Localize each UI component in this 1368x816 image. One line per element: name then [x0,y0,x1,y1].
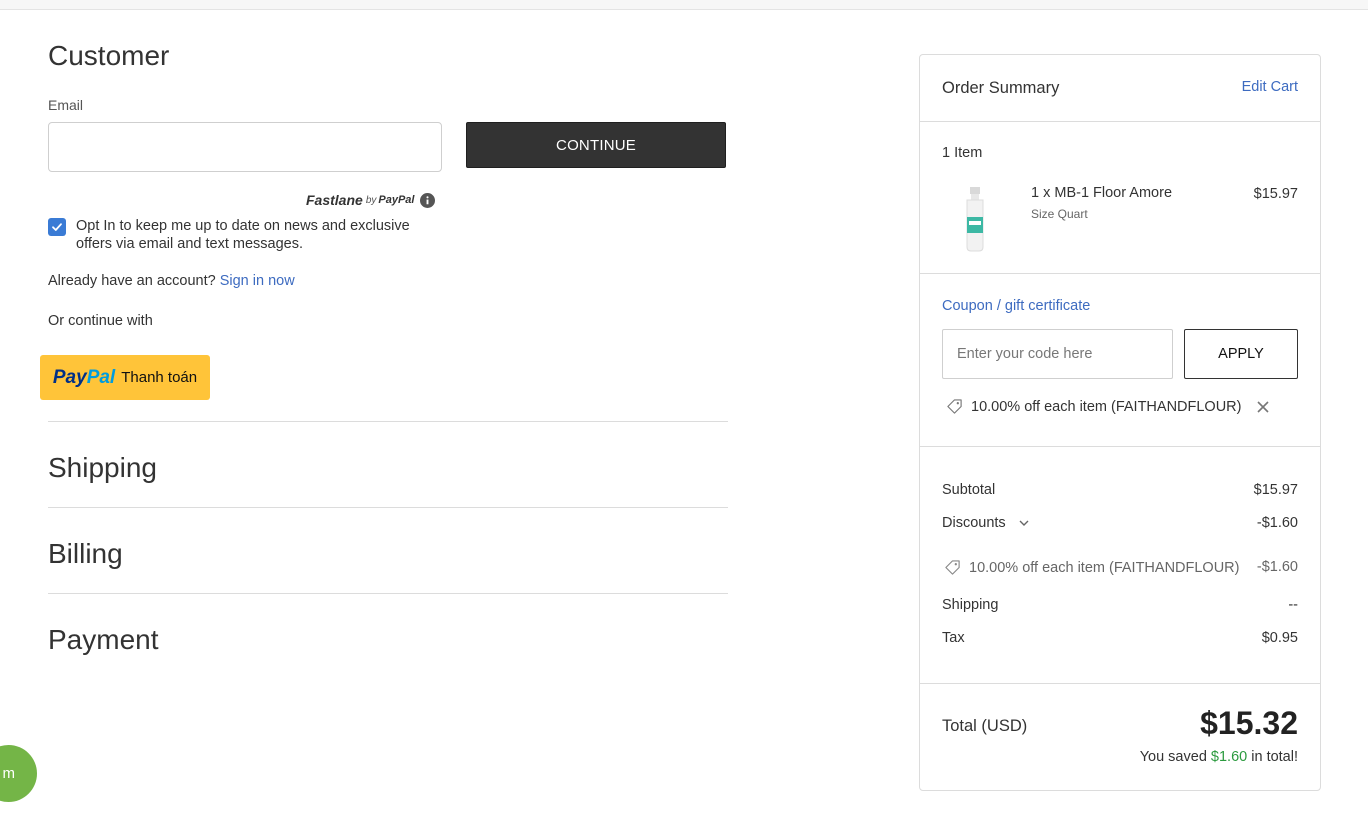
divider [920,446,1320,447]
chat-bubble-text: m [2,765,16,782]
top-bar [0,0,1368,10]
email-label: Email [48,97,84,113]
discounts-value: -$1.60 [1256,515,1298,531]
fastlane-by-paypal: Fastlane by PayPal [306,191,436,209]
optin-checkbox[interactable] [48,218,66,236]
continue-button[interactable]: CONTINUE [466,122,726,168]
email-field[interactable] [48,122,442,172]
sign-in-link[interactable]: Sign in now [220,273,295,289]
divider [48,593,728,594]
info-icon[interactable] [420,192,436,208]
paypal-button-label: Thanh toán [121,369,198,386]
order-summary-title: Order Summary [942,79,1060,97]
fastlane-name: Fastlane [306,192,363,208]
product-price: $15.97 [1253,186,1298,202]
chat-bubble[interactable]: m [0,745,37,802]
paypal-logo: PayPal [52,366,116,388]
discount-detail: 10.00% off each item (FAITHANDFLOUR) [944,559,1240,576]
fastlane-by: by [365,194,377,206]
edit-cart-link[interactable]: Edit Cart [1242,79,1298,95]
coupon-link[interactable]: Coupon / gift certificate [942,298,1090,314]
shipping-label: Shipping [942,597,999,613]
total-value: $15.32 [1200,705,1298,741]
product-name: 1 x MB-1 Floor Amore [1031,185,1173,201]
shipping-section-title: Shipping [48,452,157,483]
product-option: Size Quart [1031,207,1088,221]
subtotal-value: $15.97 [1253,482,1298,498]
shipping-value: -- [1288,597,1298,613]
divider [920,121,1320,122]
product-thumbnail [966,187,984,252]
account-prompt: Already have an account? [48,273,216,289]
divider [920,683,1320,684]
chevron-down-icon [1019,520,1029,526]
close-icon[interactable] [1256,400,1270,414]
account-row: Already have an account? Sign in now [48,273,295,289]
discount-detail-value: -$1.60 [1256,559,1298,575]
payment-section-title: Payment [48,624,159,655]
customer-title: Customer [48,40,170,71]
discount-detail-label: 10.00% off each item (FAITHANDFLOUR) [969,559,1240,576]
paypal-button[interactable]: PayPal Thanh toán [40,355,210,400]
optin-label: Opt In to keep me up to date on news and… [76,218,410,252]
applied-coupon-label: 10.00% off each item (FAITHANDFLOUR) [971,398,1242,415]
tag-icon [947,399,962,414]
saved-amount: $1.60 [1210,749,1248,765]
fastlane-brand: PayPal [378,194,415,206]
optin-row: Opt In to keep me up to date on news and… [48,217,448,253]
items-count: 1 Item [942,145,983,161]
applied-coupon: 10.00% off each item (FAITHANDFLOUR) [946,398,1270,415]
checkmark-icon [52,223,62,231]
tag-icon [945,560,960,575]
order-summary: Order Summary Edit Cart 1 Item 1 x MB-1 … [919,54,1321,791]
coupon-input[interactable] [942,329,1173,379]
divider [920,273,1320,274]
billing-section-title: Billing [48,538,123,569]
saved-suffix: in total! [1251,749,1298,765]
apply-button[interactable]: APPLY [1184,329,1298,379]
or-continue-label: Or continue with [48,313,153,329]
saved-prefix: You saved [1139,749,1207,765]
tax-label: Tax [942,630,965,646]
divider [48,421,728,422]
divider [48,507,728,508]
discounts-toggle[interactable]: Discounts [942,515,1030,531]
subtotal-label: Subtotal [942,482,996,498]
tax-value: $0.95 [1261,630,1298,646]
savings-note: You saved $1.60 in total! [1140,749,1298,765]
total-label: Total (USD) [942,717,1028,735]
discounts-label: Discounts [942,515,1006,531]
